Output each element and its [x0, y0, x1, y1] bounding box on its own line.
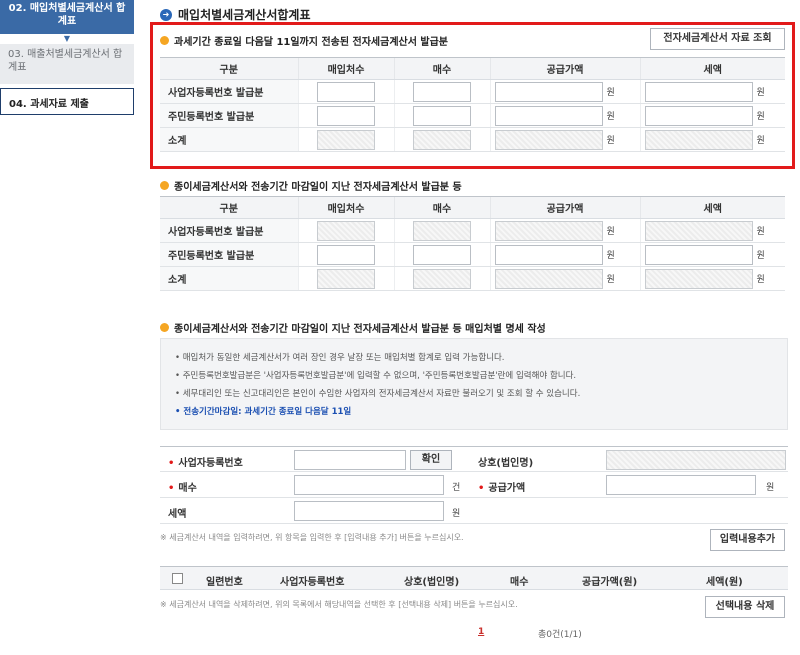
biz-no-label: 사업자등록번호	[178, 458, 243, 469]
notice-box: • 매입처가 동일한 세금계산서가 여러 장인 경우 날장 또는 매입처별 합계…	[160, 338, 788, 430]
tax-amount-input[interactable]	[644, 244, 753, 265]
section2-title: 종이세금계산서와 전송기간 마감일이 지난 전자세금계산서 발급분 등	[174, 182, 462, 193]
entry-list-header: 일련번호 사업자등록번호 상호(법인명) 매수 공급가액(원) 세액(원)	[160, 566, 788, 590]
col-header: 매입처수	[297, 196, 394, 219]
col-header: 매수	[393, 57, 490, 80]
row-label: 소계	[160, 266, 298, 291]
supply-amount-input[interactable]	[494, 81, 603, 102]
supply-unit: 원	[766, 483, 775, 493]
form-row-tax: 세액 원	[160, 498, 788, 524]
required-mark: •	[478, 483, 485, 494]
confirm-button[interactable]: 확인	[410, 450, 452, 470]
tax-amount-input[interactable]	[644, 105, 753, 126]
add-entry-button[interactable]: 입력내용추가	[710, 529, 785, 551]
tax-label: 세액	[168, 509, 187, 520]
subtotal-sheet-count	[413, 268, 471, 289]
arrow-right-icon: ➜	[160, 8, 172, 21]
add-helper-text: ※ 세금계산서 내역을 입력하려면, 위 항목을 입력한 후 [입력내용 추가]…	[160, 533, 464, 542]
form-row-count: • 매수 건 • 공급가액 원	[160, 472, 788, 498]
sidebar: 02. 매입처별세금계산서 합계표 ▼ 03. 매출처별세금계산서 합계표 04…	[0, 0, 134, 115]
section3-heading: 종이세금계산서와 전송기간 마감일이 지난 전자세금계산서 발급분 등 매입처별…	[160, 320, 546, 335]
row-label: 사업자등록번호 발급분	[160, 218, 298, 243]
tax-input[interactable]	[294, 501, 444, 521]
required-mark: •	[168, 458, 175, 469]
page-title-text: 매입처별세금계산서합계표	[178, 8, 311, 22]
col-header: 세액	[639, 196, 785, 219]
supply-label: 공급가액	[488, 483, 526, 494]
e-invoice-lookup-button[interactable]: 전자세금계산서 자료 조회	[650, 28, 785, 50]
col-header: 구분	[160, 57, 298, 80]
notice-line: • 매입처가 동일한 세금계산서가 여러 장인 경우 날장 또는 매입처별 합계…	[175, 353, 505, 363]
form-row-bizno: • 사업자등록번호 확인 상호(법인명)	[160, 446, 788, 472]
col-header: 공급가액(원)	[582, 577, 638, 588]
count-label: 매수	[178, 483, 197, 494]
col-header: 구분	[160, 196, 298, 219]
tax-amount-input[interactable]	[644, 81, 753, 102]
col-header: 매수	[510, 577, 529, 588]
col-header: 공급가액	[489, 196, 640, 219]
sheet-count-input[interactable]	[413, 244, 471, 265]
sheet-count-field	[413, 220, 471, 241]
chevron-down-icon: ▼	[63, 34, 71, 43]
supplier-count-field	[317, 220, 375, 241]
subtotal-supplier-count	[317, 268, 375, 289]
supplier-count-input[interactable]	[317, 244, 375, 265]
subtotal-tax-amount	[644, 129, 753, 150]
section3-title: 종이세금계산서와 전송기간 마감일이 지난 전자세금계산서 발급분 등 매입처별…	[174, 324, 546, 335]
notice-line: • 주민등록번호발급분은 '사업자등록번호발급분'에 입력할 수 없으며, '주…	[175, 371, 577, 381]
page-title: ➜ 매입처별세금계산서합계표	[160, 6, 310, 23]
col-header: 상호(법인명)	[404, 577, 460, 588]
total-count-text: 총0건(1/1)	[538, 630, 582, 640]
subtotal-tax-amount	[644, 268, 753, 289]
subtotal-sheet-count	[413, 129, 471, 150]
row-label: 주민등록번호 발급분	[160, 242, 298, 267]
sidebar-item-purchase-summary[interactable]: 02. 매입처별세금계산서 합계표	[0, 0, 134, 34]
col-header: 세액(원)	[706, 577, 743, 588]
sheet-count-input[interactable]	[413, 81, 471, 102]
col-header: 공급가액	[489, 57, 640, 80]
delete-helper-text: ※ 세금계산서 내역을 삭제하려면, 위의 목록에서 해당내역을 선택한 후 […	[160, 600, 518, 609]
sidebar-item-tax-submit[interactable]: 04. 과세자료 제출	[0, 88, 134, 115]
notice-line: • 세무대리인 또는 신고대리인은 본인이 수임한 사업자의 전자세금계산서 자…	[175, 389, 581, 399]
row-label: 소계	[160, 127, 298, 152]
tax-unit: 원	[452, 509, 461, 519]
count-unit: 건	[452, 483, 461, 493]
col-header: 매입처수	[297, 57, 394, 80]
col-header: 사업자등록번호	[280, 577, 345, 588]
company-name-field	[606, 450, 786, 470]
required-mark: •	[168, 483, 175, 494]
supply-amount-field	[494, 220, 603, 241]
bullet-icon	[160, 181, 169, 190]
supply-amount-input[interactable]	[494, 105, 603, 126]
count-input[interactable]	[294, 475, 444, 495]
tax-amount-field	[644, 220, 753, 241]
col-header: 일련번호	[206, 577, 243, 588]
delete-selected-button[interactable]: 선택내용 삭제	[705, 596, 785, 618]
deadline-note: • 전송기간마감일: 과세기간 종료일 다음달 11일	[175, 407, 352, 417]
section1-table: 구분 매입처수 매수 공급가액 세액 사업자등록번호 발급분 원 원 주민등록번…	[160, 57, 785, 152]
row-label: 주민등록번호 발급분	[160, 103, 298, 128]
page-number-link[interactable]: 1	[478, 627, 484, 637]
sheet-count-input[interactable]	[413, 105, 471, 126]
select-all-checkbox[interactable]	[172, 573, 183, 584]
biz-no-input[interactable]	[294, 450, 406, 470]
subtotal-supply-amount	[494, 268, 603, 289]
subtotal-supplier-count	[317, 129, 375, 150]
sidebar-item-sales-summary[interactable]: 03. 매출처별세금계산서 합계표	[0, 44, 134, 84]
section2-heading: 종이세금계산서와 전송기간 마감일이 지난 전자세금계산서 발급분 등	[160, 178, 462, 193]
section2-table: 구분 매입처수 매수 공급가액 세액 사업자등록번호 발급분 원 원 주민등록번…	[160, 196, 785, 291]
row-label: 사업자등록번호 발급분	[160, 79, 298, 104]
supply-amount-input[interactable]	[606, 475, 756, 495]
bullet-icon	[160, 36, 169, 45]
section1-title: 과세기간 종료일 다음달 11일까지 전송된 전자세금계산서 발급분	[174, 37, 449, 48]
bullet-icon	[160, 323, 169, 332]
col-header: 세액	[639, 57, 785, 80]
company-label: 상호(법인명)	[478, 458, 534, 469]
supplier-count-input[interactable]	[317, 105, 375, 126]
supplier-count-input[interactable]	[317, 81, 375, 102]
section1-heading: 과세기간 종료일 다음달 11일까지 전송된 전자세금계산서 발급분	[160, 33, 448, 48]
col-header: 매수	[393, 196, 490, 219]
supply-amount-input[interactable]	[494, 244, 603, 265]
subtotal-supply-amount	[494, 129, 603, 150]
